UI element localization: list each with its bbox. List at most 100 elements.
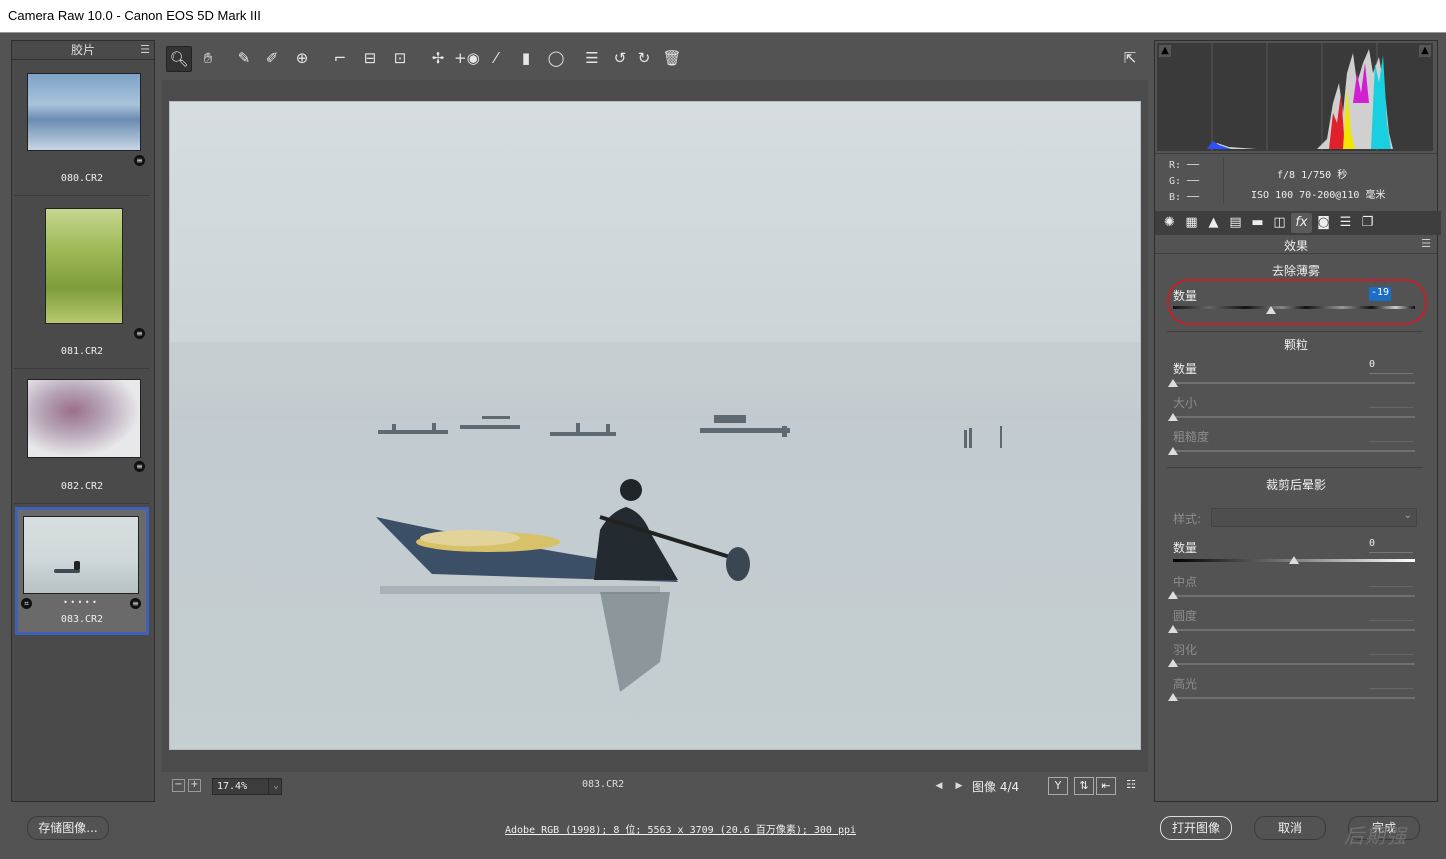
panel-title: 效果 ☰	[1155, 237, 1437, 254]
hand-icon[interactable]: ✋︎	[196, 46, 220, 70]
save-image-button[interactable]: 存储图像...	[27, 816, 109, 840]
image-counter: 图像 4/4	[972, 779, 1020, 794]
exposure-info: f/8 1/750 秒	[1277, 170, 1348, 181]
title-bar: Camera Raw 10.0 - Canon EOS 5D Mark III	[0, 0, 1446, 33]
vignette-roundness-field	[1369, 606, 1413, 621]
split-toning-tab-icon[interactable]: ▬	[1247, 213, 1268, 233]
tone-curve-tab-icon[interactable]: ▦	[1181, 213, 1202, 233]
dehaze-amount-label: 数量	[1173, 289, 1198, 303]
highlight-clipping-icon[interactable]: ▲	[1419, 45, 1431, 57]
grain-amount-field[interactable]: 0	[1369, 359, 1413, 374]
grain-amount-slider[interactable]	[1173, 382, 1415, 384]
zoom-level-value: 17.4%	[217, 781, 248, 792]
toggle-settings-icon[interactable]: ☷	[1122, 777, 1140, 793]
panel-tabs: ✺ ▦ ▲ ▤ ▬ ◫ fx ◙ ☰ ❐	[1155, 211, 1441, 235]
grain-amount-thumb[interactable]	[1168, 379, 1178, 387]
settings-badge-icon: ≡	[130, 598, 141, 609]
hsl-tab-icon[interactable]: ▤	[1225, 213, 1246, 233]
spot-removal-icon[interactable]: ✢	[426, 46, 450, 70]
window-title: Camera Raw 10.0 - Canon EOS 5D Mark III	[8, 8, 261, 23]
crop-icon[interactable]: ⌐	[328, 46, 352, 70]
detail-tab-icon[interactable]: ▲	[1203, 213, 1224, 233]
star-rating[interactable]: • • • • •	[18, 598, 142, 607]
red-eye-icon[interactable]: +◉	[454, 46, 480, 70]
next-image-icon[interactable]: ▶	[952, 779, 966, 793]
grain-amount-label: 数量	[1173, 362, 1198, 376]
settings-badge-icon: ≡	[134, 328, 145, 339]
preferences-icon[interactable]: ☰	[580, 46, 604, 70]
vignette-highlights-field	[1369, 674, 1413, 689]
dehaze-slider-thumb[interactable]	[1266, 306, 1276, 314]
vignette-style-select[interactable]: ⌄	[1211, 508, 1417, 527]
straighten-icon[interactable]: ⊟	[358, 46, 382, 70]
graduated-filter-icon[interactable]: ▮	[514, 46, 538, 70]
cancel-button[interactable]: 取消	[1254, 816, 1326, 840]
filmstrip-item-080[interactable]: ≡ 080.CR2	[14, 63, 150, 196]
targeted-adjustment-icon[interactable]: ⊕	[290, 46, 314, 70]
shadow-clipping-icon[interactable]: ▲	[1159, 45, 1171, 57]
workflow-options-link[interactable]: Adobe RGB (1998); 8 位; 5563 x 3709 (20.6…	[505, 821, 856, 836]
iso-lens-info: ISO 100 70-200@110 毫米	[1251, 190, 1386, 201]
grain-section-title: 颗粒	[1283, 338, 1308, 352]
snapshots-tab-icon[interactable]: ❐	[1357, 213, 1378, 233]
presets-tab-icon[interactable]: ☰	[1335, 213, 1356, 233]
panel-menu-icon[interactable]: ☰	[1421, 237, 1431, 250]
zoom-out-icon[interactable]: −	[172, 779, 185, 792]
vignette-amount-label: 数量	[1173, 541, 1198, 555]
camera-info: R: ── G: ── B: ── f/8 1/750 秒 ISO 100 70…	[1155, 153, 1437, 210]
basic-tab-icon[interactable]: ✺	[1159, 213, 1180, 233]
fullscreen-icon[interactable]: ⇱	[1118, 46, 1142, 70]
vignette-midpoint-label: 中点	[1173, 575, 1198, 589]
adjustment-brush-icon[interactable]: ⁄	[484, 46, 508, 70]
rotate-right-icon[interactable]: ↻	[632, 46, 656, 70]
vignette-midpoint-field	[1369, 572, 1413, 587]
image-preview-area	[162, 80, 1148, 772]
radial-filter-icon[interactable]: ◯	[544, 46, 568, 70]
vignette-feather-label: 羽化	[1173, 643, 1198, 657]
open-image-button[interactable]: 打开图像	[1160, 816, 1232, 840]
zoom-in-icon[interactable]: +	[188, 779, 201, 792]
lens-corrections-tab-icon[interactable]: ◫	[1269, 213, 1290, 233]
zoom-icon[interactable]: 🔍︎	[166, 46, 192, 72]
settings-badge-icon: ≡	[134, 461, 145, 472]
vignette-style-label: 样式:	[1173, 512, 1202, 526]
camera-calibration-tab-icon[interactable]: ◙	[1313, 213, 1334, 233]
trash-icon[interactable]: 🗑︎	[660, 46, 684, 70]
effects-tab-icon[interactable]: fx	[1291, 213, 1312, 233]
thumbnail-filename: 081.CR2	[60, 346, 104, 357]
grain-roughness-label: 粗糙度	[1173, 430, 1210, 444]
photo-preview[interactable]	[169, 101, 1141, 750]
swap-settings-icon[interactable]: ⇅	[1074, 777, 1094, 795]
rotate-left-icon[interactable]: ↺	[608, 46, 632, 70]
before-after-icon[interactable]: Y	[1048, 777, 1068, 795]
filmstrip-item-082[interactable]: ≡ 082.CR2	[14, 369, 150, 504]
adjustments-panel: ▲ ▲ R: ── G: ── B: ── f/8 1/750 秒 ISO 10…	[1154, 40, 1441, 802]
dehaze-amount-field[interactable]: -19	[1369, 287, 1391, 301]
vignette-highlights-slider	[1173, 697, 1415, 699]
zoom-level-select[interactable]: 17.4% ⌄	[212, 778, 282, 795]
image-navigator: ◀ ▶ 图像 4/4	[932, 777, 1020, 795]
bottom-bar: 存储图像... Adobe RGB (1998); 8 位; 5563 x 37…	[0, 806, 1446, 859]
copy-settings-icon[interactable]: ⇤	[1096, 777, 1116, 795]
grain-size-slider	[1173, 416, 1415, 418]
filmstrip-item-083[interactable]: ⌗ • • • • • ≡ 083.CR2	[15, 507, 149, 635]
thumbnail-filename: 083.CR2	[60, 614, 104, 625]
vignette-section-title: 裁剪后晕影	[1265, 478, 1326, 492]
rgb-readout-g: G: ──	[1169, 176, 1200, 187]
vignette-amount-field[interactable]: 0	[1369, 538, 1413, 553]
dehaze-amount-slider[interactable]	[1173, 306, 1415, 309]
toolbar: 🔍︎ ✋︎ ✎ ✐ ⊕ ⌐ ⊟ ⊡ ✢ +◉ ⁄ ▮ ◯ ☰ ↺ ↻ 🗑︎ ⇱	[162, 44, 1148, 74]
vignette-amount-thumb[interactable]	[1289, 556, 1299, 564]
transform-icon[interactable]: ⊡	[388, 46, 412, 70]
vignette-highlights-thumb	[1168, 693, 1178, 701]
previous-image-icon[interactable]: ◀	[932, 779, 946, 793]
chevron-down-icon: ⌄	[1403, 510, 1412, 521]
color-sampler-icon[interactable]: ✐	[260, 46, 284, 70]
grain-roughness-thumb	[1168, 447, 1178, 455]
filmstrip-item-081[interactable]: ≡ 081.CR2	[14, 196, 150, 369]
vignette-roundness-label: 圆度	[1173, 609, 1198, 623]
rgb-readout-b: B: ──	[1169, 192, 1200, 203]
white-balance-icon[interactable]: ✎	[232, 46, 256, 70]
filmstrip-menu-icon[interactable]: ☰	[140, 41, 150, 59]
filmstrip-title: 胶片	[70, 43, 95, 57]
